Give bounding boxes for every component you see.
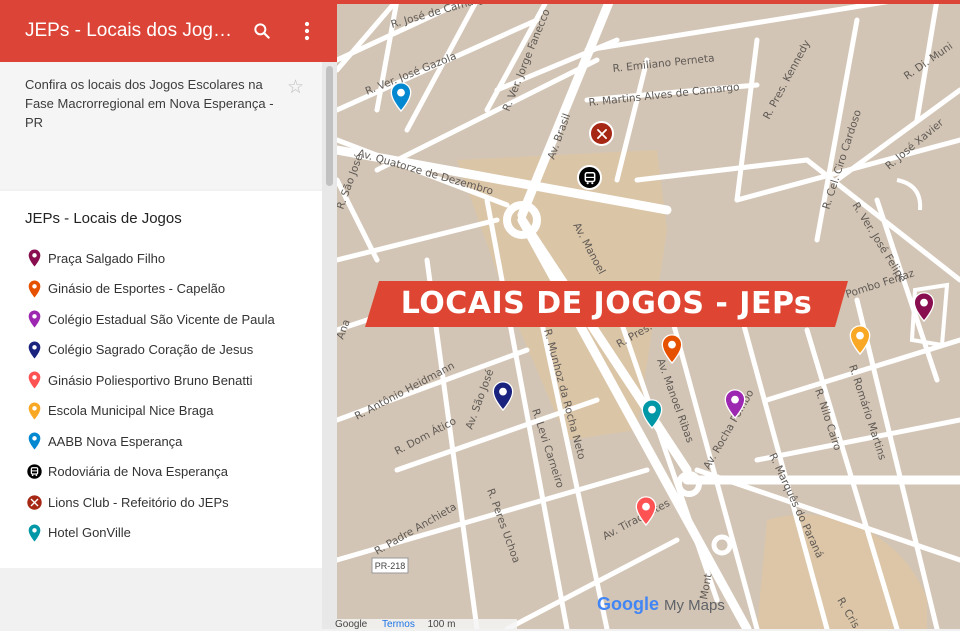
map-pin-capelao[interactable] — [661, 334, 683, 369]
map-pin-hotel-gonville[interactable] — [641, 399, 663, 434]
street-label: R. Emiliano Perneta — [612, 52, 715, 75]
pin-icon — [27, 524, 42, 542]
bus-icon — [584, 171, 595, 184]
more-vert-icon — [304, 21, 310, 41]
pin-icon — [27, 280, 42, 298]
cutlery-icon — [596, 128, 607, 139]
sidebar: JEPs - Locais dos Jogos… Confira os loca… — [0, 0, 337, 629]
street-label: R. Peres Uchoa — [484, 487, 522, 565]
pin-icon — [27, 341, 42, 359]
pin-icon — [913, 292, 935, 323]
street-label: R. Antônio Heidmann — [353, 360, 457, 423]
list-item[interactable]: Ginásio Poliesportivo Bruno Benatti — [0, 365, 322, 396]
list-item[interactable]: Rodoviária de Nova Esperança — [0, 457, 322, 488]
map-pin-praca-salgado-filho[interactable] — [913, 292, 935, 327]
pin-icon — [27, 402, 42, 420]
pin-icon — [635, 496, 657, 527]
pin-icon — [27, 371, 42, 389]
list-item[interactable]: Escola Municipal Nice Braga — [0, 396, 322, 427]
title-banner: LOCAIS DE JOGOS - JEPs — [365, 281, 848, 327]
layer-panel: JEPs - Locais de Jogos Praça Salgado Fil… — [0, 191, 322, 568]
map-attribution: Google Termos 100 m — [335, 619, 517, 630]
map-marker-lions-club[interactable] — [589, 121, 614, 146]
search-button[interactable] — [250, 19, 274, 43]
map-pin-sagrado-coracao[interactable] — [492, 381, 514, 416]
map-top-accent — [337, 0, 960, 4]
cutlery-icon — [27, 493, 42, 511]
scale-label: 100 m — [427, 619, 456, 630]
list-item[interactable]: Colégio Sagrado Coração de Jesus — [0, 335, 322, 366]
scrollbar-thumb[interactable] — [326, 66, 333, 186]
pin-icon — [492, 381, 514, 412]
list-item[interactable]: AABB Nova Esperança — [0, 426, 322, 457]
google-wordmark: Google — [597, 594, 659, 614]
bus-icon — [27, 463, 42, 481]
star-icon[interactable]: ☆ — [287, 76, 304, 99]
app-header: JEPs - Locais dos Jogos… — [0, 0, 337, 62]
mymaps-wordmark: My Maps — [664, 597, 725, 614]
pin-icon — [661, 334, 683, 365]
pin-icon — [27, 310, 42, 328]
layer-item-list: Praça Salgado Filho Ginásio de Esportes … — [0, 243, 322, 548]
street-curve — [896, 178, 923, 211]
route-shield-label: PR-218 — [375, 561, 406, 571]
street-label: R. Martins Alves de Camargo — [588, 81, 740, 109]
attribution-google: Google — [335, 619, 368, 630]
street-label: R. Pres. Kennedy — [761, 38, 813, 121]
pin-icon — [390, 82, 412, 113]
banner-title: LOCAIS DE JOGOS - JEPs — [400, 286, 813, 321]
street-label: R. José de Camargo — [390, 0, 492, 31]
pin-icon — [27, 249, 42, 267]
pin-icon — [724, 389, 746, 420]
terms-link[interactable]: Termos — [382, 619, 415, 630]
map-pin-bruno-benatti[interactable] — [635, 496, 657, 531]
list-item[interactable]: Lions Club - Refeitório do JEPs — [0, 487, 322, 518]
list-item[interactable]: Praça Salgado Filho — [0, 243, 322, 274]
more-options-button[interactable] — [295, 19, 319, 43]
list-item[interactable]: Colégio Estadual São Vicente de Paula — [0, 304, 322, 335]
app-title: JEPs - Locais dos Jogos… — [25, 20, 240, 41]
map-pin-aabb[interactable] — [390, 82, 412, 117]
list-item[interactable]: Hotel GonVille — [0, 518, 322, 549]
street-label: R. São José — [337, 152, 366, 211]
map-pin-nice-braga[interactable] — [849, 325, 871, 360]
street-label: Ana — [337, 318, 353, 341]
street-label: R. Cel. Ciro Cardoso — [820, 108, 864, 211]
list-item[interactable]: Ginásio de Esportes - Capelão — [0, 274, 322, 305]
pin-icon — [27, 432, 42, 450]
layer-title: JEPs - Locais de Jogos — [25, 210, 182, 227]
map-description-card: Confira os locais dos Jogos Escolares na… — [0, 62, 322, 189]
pin-icon — [849, 325, 871, 356]
map-pin-sao-vicente[interactable] — [724, 389, 746, 424]
roundabout — [711, 534, 733, 556]
google-my-maps-logo: Google My Maps — [597, 594, 725, 615]
map-marker-rodoviaria[interactable] — [577, 165, 602, 190]
map-description: Confira os locais dos Jogos Escolares na… — [25, 77, 274, 130]
search-icon — [254, 23, 270, 39]
pin-icon — [641, 399, 663, 430]
